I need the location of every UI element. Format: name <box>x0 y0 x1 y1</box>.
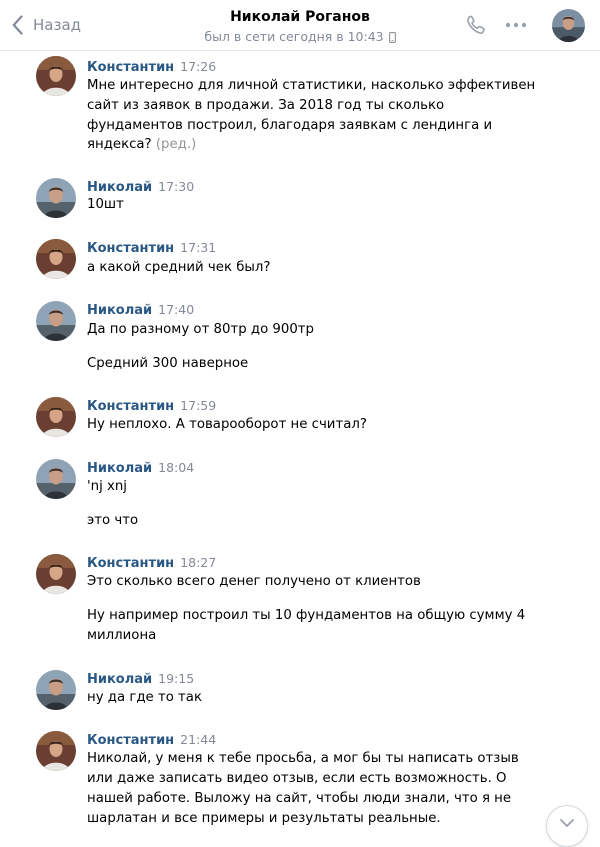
message-meta: Николай 17:30 <box>87 179 194 196</box>
author-name[interactable]: Константин <box>87 556 174 571</box>
chat-title: Николай Роганов <box>230 9 370 25</box>
chevron-down-icon <box>560 819 574 827</box>
author-avatar[interactable] <box>36 178 76 218</box>
chat-header: Назад Николай Роганов был в сети сегодня… <box>0 0 600 51</box>
message-meta: Константин 17:59 <box>87 398 216 415</box>
message-time[interactable]: 17:31 <box>180 240 216 255</box>
message-time[interactable]: 17:40 <box>158 302 194 317</box>
online-status: был в сети сегодня в 10:43 <box>204 28 396 46</box>
message-text: 10шт <box>87 197 124 212</box>
scroll-down-button[interactable] <box>546 805 588 847</box>
message-meta: Константин 21:44 <box>87 732 216 749</box>
author-avatar[interactable] <box>36 731 76 771</box>
author-avatar[interactable] <box>36 670 76 710</box>
author-name[interactable]: Константин <box>87 241 174 256</box>
message-text: Ну например построил ты 10 фундаментов н… <box>87 608 526 623</box>
message-text: Мне интересно для личной статистики, нас… <box>87 78 536 93</box>
online-status-text: был в сети сегодня в 10:43 <box>204 29 384 44</box>
message-text-last: яндекса? (ред.) <box>87 135 196 154</box>
message-text: яндекса? <box>87 137 152 152</box>
message-time[interactable]: 18:27 <box>180 555 216 570</box>
author-name[interactable]: Николай <box>87 303 152 318</box>
message-text: нашей работе. Выложу на сайт, чтобы люди… <box>87 791 512 806</box>
message-text: Это сколько всего денег получено от клие… <box>87 574 421 589</box>
author-avatar[interactable] <box>36 554 76 594</box>
back-button[interactable]: Назад <box>12 14 81 36</box>
message-text: сайт из заявок в продажи. За 2018 год ты… <box>87 98 445 113</box>
message-text: Да по разному от 80тр до 900тр <box>87 322 314 337</box>
chat-title-block[interactable]: Николай Роганов был в сети сегодня в 10:… <box>150 8 450 46</box>
message-meta: Константин 17:31 <box>87 240 216 257</box>
message-text: 'nj xnj <box>87 479 127 494</box>
message-meta: Николай 18:04 <box>87 460 194 477</box>
message-meta: Константин 17:26 <box>87 59 216 76</box>
message-time[interactable]: 17:30 <box>158 179 194 194</box>
author-avatar[interactable] <box>36 239 76 279</box>
back-chevron-icon <box>12 15 23 35</box>
message-text: Николай, у меня к тебе просьба, а мог бы… <box>87 751 519 766</box>
message-text: или даже записать видео отзыв, если есть… <box>87 771 507 786</box>
author-name[interactable]: Константин <box>87 733 174 748</box>
message-time[interactable]: 18:04 <box>158 460 194 475</box>
contact-avatar[interactable] <box>552 9 585 42</box>
message-text: фундаментов построил, благодаря заявкам … <box>87 118 493 133</box>
message-time[interactable]: 21:44 <box>180 732 216 747</box>
message-text: это что <box>87 513 139 528</box>
mobile-icon <box>388 31 396 43</box>
message-time[interactable]: 19:15 <box>158 671 194 686</box>
author-avatar[interactable] <box>36 459 76 499</box>
message-list[interactable]: Константин 17:26 Мне интересно для личной… <box>0 51 600 833</box>
message-time[interactable]: 17:26 <box>180 59 216 74</box>
more-icon[interactable] <box>505 22 527 28</box>
message-meta: Николай 19:15 <box>87 671 194 688</box>
author-avatar[interactable] <box>36 56 76 96</box>
author-name[interactable]: Николай <box>87 180 152 195</box>
author-name[interactable]: Николай <box>87 461 152 476</box>
back-label: Назад <box>33 16 82 34</box>
author-avatar[interactable] <box>36 301 76 341</box>
message-time[interactable]: 17:59 <box>180 398 216 413</box>
message-meta: Константин 18:27 <box>87 555 216 572</box>
message-text: миллиона <box>87 628 157 643</box>
message-meta: Николай 17:40 <box>87 302 194 319</box>
message-text: Средний 300 наверное <box>87 356 249 371</box>
author-name[interactable]: Николай <box>87 672 152 687</box>
author-name[interactable]: Константин <box>87 60 174 75</box>
edited-mark: (ред.) <box>155 137 197 152</box>
message-text: ну да где то так <box>87 690 202 705</box>
author-name[interactable]: Константин <box>87 399 174 414</box>
phone-icon[interactable] <box>465 14 487 36</box>
author-avatar[interactable] <box>36 397 76 437</box>
message-text: шарлатан и все примеры и результаты реал… <box>87 811 441 826</box>
message-text: Ну неплохо. А товарооборот не считал? <box>87 417 367 432</box>
message-text: а какой средний чек был? <box>87 260 271 275</box>
